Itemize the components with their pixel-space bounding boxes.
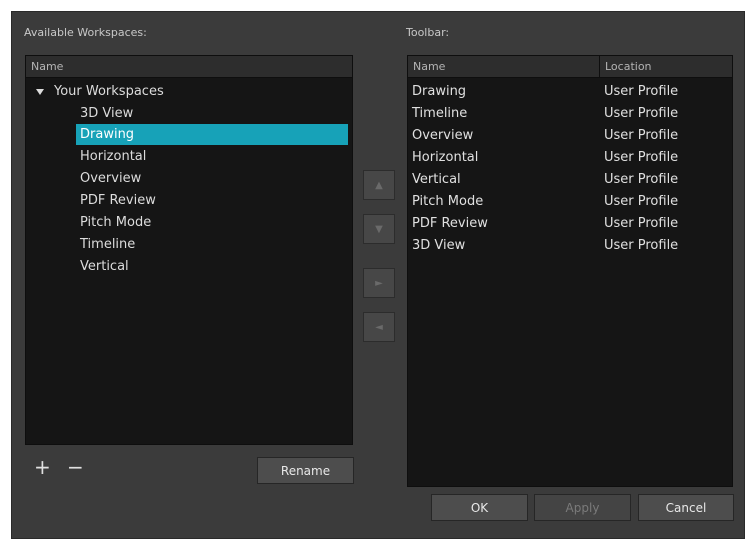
toolbar-row[interactable]: Vertical User Profile — [408, 169, 732, 190]
toolbar-row[interactable]: 3D View User Profile — [408, 235, 732, 256]
ok-button[interactable]: OK — [431, 494, 528, 521]
workspace-item-timeline[interactable]: Timeline — [76, 234, 348, 255]
toolbar-label: Toolbar: — [406, 26, 450, 39]
row-location: User Profile — [604, 128, 679, 143]
row-name: 3D View — [412, 238, 466, 253]
row-name: Drawing — [412, 84, 467, 99]
toolbar-row[interactable]: Drawing User Profile — [408, 81, 732, 102]
workspace-item-overview[interactable]: Overview — [76, 168, 348, 189]
workspace-item-pitch-mode[interactable]: Pitch Mode — [76, 212, 348, 233]
your-workspaces-group[interactable]: Your Workspaces — [36, 84, 164, 99]
toolbar-row[interactable]: Pitch Mode User Profile — [408, 191, 732, 212]
apply-button[interactable]: Apply — [534, 494, 631, 521]
toolbar-name-column-header[interactable]: Name — [408, 56, 600, 78]
row-name: Pitch Mode — [412, 194, 484, 209]
row-name: Horizontal — [412, 150, 479, 165]
add-workspace-button[interactable]: + — [34, 457, 51, 477]
toolbar-row[interactable]: Overview User Profile — [408, 125, 732, 146]
down-arrow-icon: ▼ — [375, 223, 383, 235]
left-arrow-icon: ◄ — [375, 321, 383, 333]
row-location: User Profile — [604, 172, 679, 187]
row-location: User Profile — [604, 216, 679, 231]
move-up-button[interactable]: ▲ — [363, 170, 395, 200]
row-name: Timeline — [412, 106, 468, 121]
workspace-item-drawing[interactable]: Drawing — [76, 124, 348, 145]
expand-triangle-icon[interactable] — [36, 88, 44, 95]
remove-from-toolbar-button[interactable]: ◄ — [363, 312, 395, 342]
row-name: Overview — [412, 128, 474, 143]
up-arrow-icon: ▲ — [375, 179, 383, 191]
group-label: Your Workspaces — [54, 84, 164, 99]
toolbar-list[interactable]: Name Location Drawing User Profile Timel… — [407, 55, 733, 487]
toolbar-row[interactable]: Horizontal User Profile — [408, 147, 732, 168]
toolbar-row[interactable]: PDF Review User Profile — [408, 213, 732, 234]
workspace-item-horizontal[interactable]: Horizontal — [76, 146, 348, 167]
add-to-toolbar-button[interactable]: ► — [363, 268, 395, 298]
row-location: User Profile — [604, 194, 679, 209]
row-location: User Profile — [604, 106, 679, 121]
available-workspaces-label: Available Workspaces: — [24, 26, 147, 39]
cancel-button[interactable]: Cancel — [638, 494, 734, 521]
workspace-manager-dialog: Available Workspaces: Name Your Workspac… — [11, 11, 745, 539]
workspace-item-pdf-review[interactable]: PDF Review — [76, 190, 348, 211]
row-location: User Profile — [604, 238, 679, 253]
row-name: PDF Review — [412, 216, 488, 231]
move-down-button[interactable]: ▼ — [363, 214, 395, 244]
row-location: User Profile — [604, 150, 679, 165]
right-arrow-icon: ► — [375, 277, 383, 289]
rename-button[interactable]: Rename — [257, 457, 354, 484]
available-workspaces-tree[interactable]: Name Your Workspaces 3D View Drawing Hor… — [25, 55, 353, 445]
row-location: User Profile — [604, 84, 679, 99]
workspace-item-vertical[interactable]: Vertical — [76, 256, 348, 277]
toolbar-location-column-header[interactable]: Location — [600, 56, 732, 78]
name-column-header[interactable]: Name — [26, 56, 352, 78]
toolbar-row[interactable]: Timeline User Profile — [408, 103, 732, 124]
workspace-item-3d-view[interactable]: 3D View — [76, 103, 348, 124]
remove-workspace-button[interactable]: − — [67, 457, 84, 477]
row-name: Vertical — [412, 172, 461, 187]
